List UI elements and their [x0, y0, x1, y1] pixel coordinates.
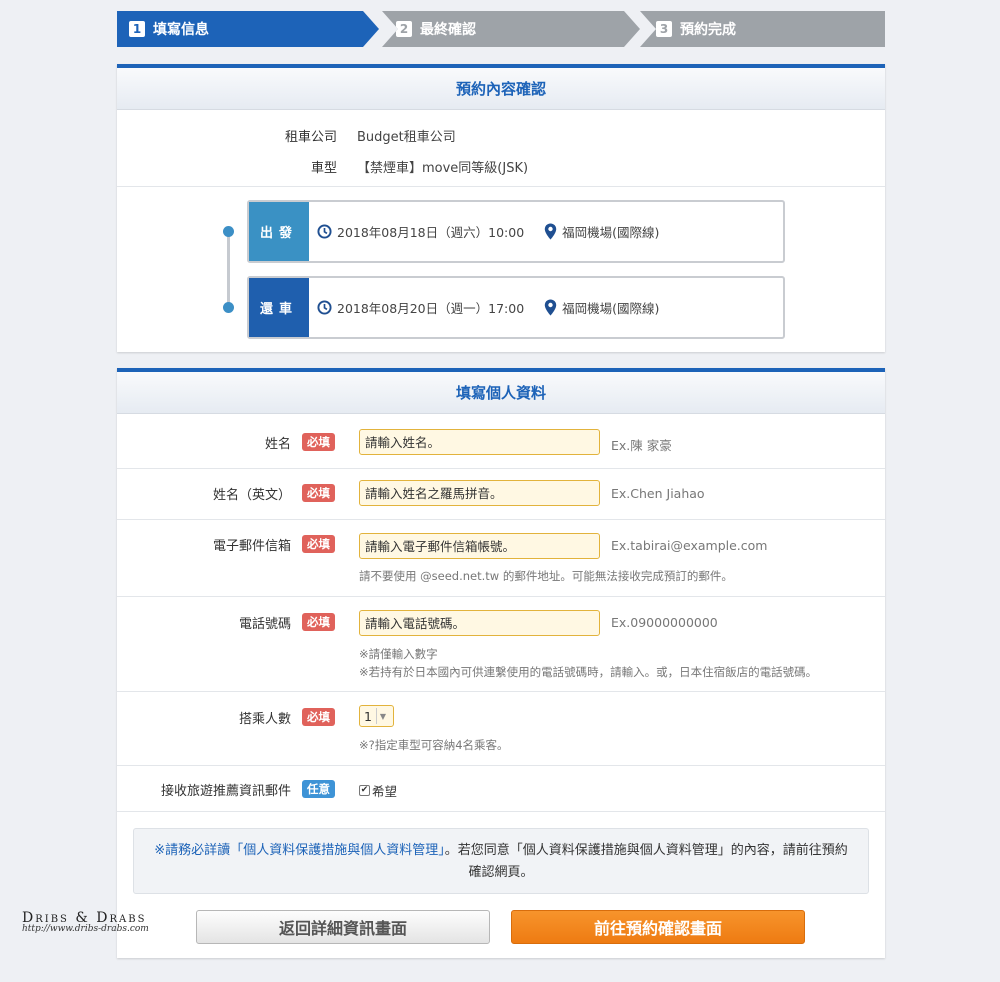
newsletter-label: 接收旅遊推薦資訊郵件: [160, 784, 291, 799]
departure-box: 出發 2018年08月18日（週六）10:00 福岡機場(國際線): [247, 200, 785, 263]
required-badge: 必填: [302, 433, 335, 451]
watermark-url: http://www.dribs-drabs.com: [22, 924, 149, 934]
car-value: 【禁煙車】move同等級(JSK): [357, 161, 529, 176]
panel-title: 填寫個人資料: [117, 372, 885, 414]
name-input[interactable]: [359, 429, 600, 455]
return-location: 福岡機場(國際線): [544, 298, 659, 317]
passengers-label: 搭乘人數: [238, 712, 291, 727]
phone-example: Ex.09000000000: [611, 615, 718, 630]
departure-dot: [223, 226, 234, 237]
checkbox-checked-icon[interactable]: ✔: [359, 785, 370, 796]
departure-time: 2018年08月18日（週六）10:00: [317, 222, 524, 241]
departure-location: 福岡機場(國際線): [544, 222, 659, 241]
route-connector: [227, 234, 230, 310]
email-example: Ex.tabirai@example.com: [611, 538, 768, 553]
step-complete: 3 預約完成: [640, 11, 885, 47]
step-label: 填寫信息: [153, 22, 209, 38]
step-number: 1: [129, 21, 145, 37]
divider: [117, 186, 885, 187]
phone-row: 電話號碼 必填 Ex.09000000000 ※請僅輸入數字 ※若持有於日本國內…: [117, 597, 885, 692]
name-label: 姓名: [264, 437, 291, 452]
departure-place: 福岡機場(國際線): [562, 225, 660, 240]
email-row: 電子郵件信箱 必填 Ex.tabirai@example.com 請不要使用 @…: [117, 520, 885, 597]
email-label: 電子郵件信箱: [212, 539, 291, 554]
progress-steps: 1 填寫信息 2 最終確認 3 預約完成: [117, 11, 885, 47]
company-label: 租車公司: [284, 130, 337, 145]
booking-summary-panel: 預約內容確認 租車公司 Budget租車公司 車型 【禁煙車】move同等級(J…: [117, 64, 885, 352]
map-pin-icon: [544, 223, 557, 240]
name-en-label: 姓名（英文）: [212, 488, 291, 503]
newsletter-checkbox[interactable]: ✔ 希望: [359, 781, 397, 800]
return-datetime: 2018年08月20日（週一）17:00: [337, 301, 525, 316]
email-note: 請不要使用 @seed.net.tw 的郵件地址。可能無法接收完成預訂的郵件。: [359, 569, 733, 583]
required-badge: 必填: [302, 708, 335, 726]
step-final-confirm: 2 最終確認: [382, 11, 640, 47]
passengers-row: 搭乘人數 必填 1 ▼ ※?指定車型可容納4名乘客。: [117, 692, 885, 766]
departure-datetime: 2018年08月18日（週六）10:00: [337, 225, 525, 240]
step-label: 預約完成: [680, 22, 736, 38]
return-time: 2018年08月20日（週一）17:00: [317, 298, 524, 317]
panel-title: 預約內容確認: [117, 68, 885, 110]
personal-info-panel: 填寫個人資料 姓名 必填 Ex.陳 家豪 姓名（英文） 必填 Ex.Chen J…: [117, 368, 885, 958]
back-button[interactable]: 返回詳細資訊畫面: [196, 910, 490, 944]
return-place: 福岡機場(國際線): [562, 301, 660, 316]
clock-icon: [317, 300, 332, 315]
map-pin-icon: [544, 299, 557, 316]
privacy-notice: ※請務必詳讀「個人資料保護措施與個人資料管理」。若您同意「個人資料保護措施與個人…: [133, 828, 869, 894]
next-button[interactable]: 前往預約確認畫面: [511, 910, 805, 944]
return-box: 還車 2018年08月20日（週一）17:00 福岡機場(國際線): [247, 276, 785, 339]
newsletter-checkbox-label: 希望: [372, 784, 398, 799]
step-number: 2: [396, 21, 412, 37]
car-label: 車型: [310, 161, 337, 176]
clock-icon: [317, 224, 332, 239]
notice-prefix: ※請務必詳讀: [154, 843, 231, 858]
name-example: Ex.陳 家豪: [611, 438, 672, 453]
newsletter-row: 接收旅遊推薦資訊郵件 任意 ✔ 希望: [117, 766, 885, 812]
phone-input[interactable]: [359, 610, 600, 636]
email-input[interactable]: [359, 533, 600, 559]
required-badge: 必填: [302, 535, 335, 553]
departure-tag: 出發: [249, 202, 309, 261]
required-badge: 必填: [302, 613, 335, 631]
privacy-policy-link[interactable]: 「個人資料保護措施與個人資料管理」: [230, 843, 445, 858]
step-number: 3: [656, 21, 672, 37]
step-fill-info: 1 填寫信息: [117, 11, 379, 47]
return-tag: 還車: [249, 278, 309, 337]
phone-label: 電話號碼: [238, 617, 291, 632]
name-en-input[interactable]: [359, 480, 600, 506]
passengers-value: 1: [364, 708, 372, 724]
passengers-select[interactable]: 1 ▼: [359, 705, 394, 727]
name-en-example: Ex.Chen Jiahao: [611, 486, 705, 501]
phone-note-2: ※若持有於日本國內可供連繫使用的電話號碼時，請輸入。或，日本住宿飯店的電話號碼。: [359, 665, 818, 679]
return-dot: [223, 302, 234, 313]
required-badge: 必填: [302, 484, 335, 502]
watermark: Dribs & Drabs http://www.dribs-drabs.com: [22, 910, 157, 950]
name-en-row: 姓名（英文） 必填 Ex.Chen Jiahao: [117, 469, 885, 520]
phone-note-1: ※請僅輸入數字: [359, 647, 438, 661]
company-value: Budget租車公司: [357, 130, 456, 145]
chevron-down-icon: ▼: [376, 708, 389, 724]
name-row: 姓名 必填 Ex.陳 家豪: [117, 418, 885, 469]
optional-badge: 任意: [302, 780, 335, 798]
notice-suffix: 。若您同意「個人資料保護措施與個人資料管理」的內容，請前往預約確認網頁。: [444, 843, 848, 880]
step-label: 最終確認: [420, 22, 476, 38]
passengers-note: ※?指定車型可容納4名乘客。: [359, 738, 509, 752]
